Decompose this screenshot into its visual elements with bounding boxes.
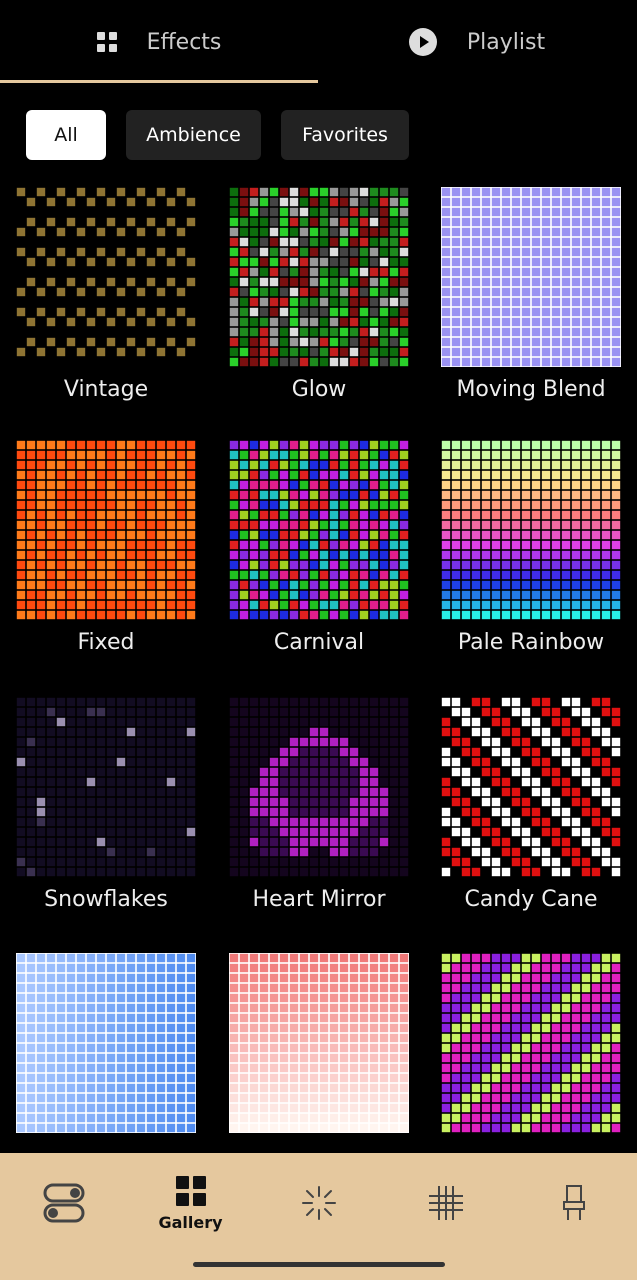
effect-label: Carnival bbox=[273, 630, 365, 655]
effect-label: Fixed bbox=[77, 630, 135, 655]
effect-label: Moving Blend bbox=[456, 377, 606, 402]
effect-label: Pale Rainbow bbox=[457, 630, 605, 655]
effect-tile-blue-gradient[interactable] bbox=[16, 953, 196, 1133]
tab-effects-label: Effects bbox=[146, 29, 222, 55]
play-circle-icon bbox=[408, 28, 437, 56]
effect-preview bbox=[229, 697, 409, 877]
effect-preview bbox=[229, 440, 409, 620]
grid-icon bbox=[96, 32, 117, 52]
nav-gallery-label: Gallery bbox=[158, 1212, 223, 1232]
effect-preview bbox=[441, 440, 621, 620]
bottom-navigation: Gallery bbox=[0, 1153, 637, 1280]
nav-layout[interactable] bbox=[382, 1153, 509, 1253]
effect-label: Vintage bbox=[63, 377, 149, 402]
top-tab-bar: Effects Playlist bbox=[0, 0, 637, 84]
tab-playlist[interactable]: Playlist bbox=[318, 0, 636, 84]
effect-label: Candy Cane bbox=[464, 887, 598, 912]
effect-preview bbox=[16, 697, 196, 877]
effect-tile-snowflakes[interactable]: Snowflakes bbox=[16, 697, 196, 912]
effect-tile-heart-mirror[interactable]: Heart Mirror bbox=[229, 697, 409, 912]
effect-preview bbox=[16, 187, 196, 367]
effect-tile-candy-cane[interactable]: Candy Cane bbox=[441, 697, 621, 912]
filter-favorites-chip[interactable]: Favorites bbox=[281, 110, 409, 160]
home-indicator[interactable] bbox=[193, 1262, 445, 1267]
chair-icon bbox=[562, 1185, 585, 1220]
effect-preview bbox=[441, 187, 621, 367]
effect-tile-carnival[interactable]: Carnival bbox=[229, 440, 409, 655]
filter-chips: All Ambience Favorites bbox=[26, 110, 409, 160]
effect-tile-moving-blend[interactable]: Moving Blend bbox=[441, 187, 621, 402]
tab-playlist-label: Playlist bbox=[466, 29, 546, 55]
effect-preview bbox=[229, 953, 409, 1133]
effect-tile-glow[interactable]: Glow bbox=[229, 187, 409, 402]
active-tab-indicator bbox=[0, 80, 318, 83]
effect-preview bbox=[229, 187, 409, 367]
sparkle-icon bbox=[301, 1186, 336, 1220]
nav-gallery[interactable]: Gallery bbox=[127, 1153, 254, 1253]
effect-tile-pink-gradient[interactable] bbox=[229, 953, 409, 1133]
filter-all-chip[interactable]: All bbox=[26, 110, 106, 160]
effect-tile-pale-rainbow[interactable]: Pale Rainbow bbox=[441, 440, 621, 655]
nav-device[interactable] bbox=[510, 1153, 637, 1253]
toggle-switches-icon bbox=[43, 1183, 84, 1223]
effect-preview bbox=[441, 697, 621, 877]
filter-ambience-chip[interactable]: Ambience bbox=[126, 110, 261, 160]
effect-preview bbox=[16, 440, 196, 620]
tab-effects[interactable]: Effects bbox=[0, 0, 318, 84]
effect-tile-vintage[interactable]: Vintage bbox=[16, 187, 196, 402]
effect-tile-pink-stripes[interactable] bbox=[441, 953, 621, 1133]
grid-lines-icon bbox=[428, 1186, 463, 1220]
effect-label: Snowflakes bbox=[44, 887, 168, 912]
gallery-icon bbox=[175, 1175, 206, 1206]
nav-effects-editor[interactable] bbox=[255, 1153, 382, 1253]
effect-label: Glow bbox=[291, 377, 347, 402]
effect-preview bbox=[16, 953, 196, 1133]
nav-controls[interactable] bbox=[0, 1153, 127, 1253]
effect-label: Heart Mirror bbox=[252, 887, 386, 912]
effect-preview bbox=[441, 953, 621, 1133]
effect-tile-fixed[interactable]: Fixed bbox=[16, 440, 196, 655]
